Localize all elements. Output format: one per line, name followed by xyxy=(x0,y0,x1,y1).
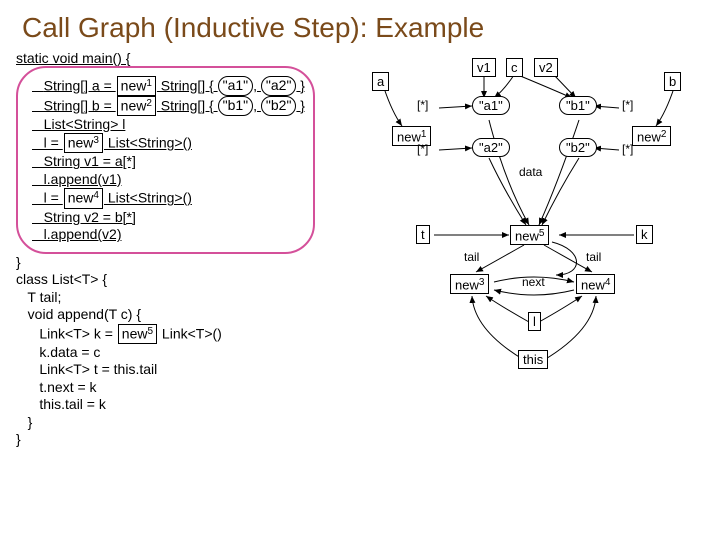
label-next: next xyxy=(522,275,545,289)
node-this: this xyxy=(518,350,548,369)
node-new5: new5 xyxy=(510,225,549,245)
node-a2: "a2" xyxy=(472,138,510,157)
label-star: [*] xyxy=(622,98,633,112)
label-tail: tail xyxy=(464,250,479,264)
node-t: t xyxy=(416,225,430,244)
label-tail: tail xyxy=(586,250,601,264)
node-k: k xyxy=(636,225,653,244)
node-b: b xyxy=(664,72,681,91)
label-data: data xyxy=(519,165,542,179)
node-b2: "b2" xyxy=(559,138,597,157)
node-a: a xyxy=(372,72,389,91)
node-l: l xyxy=(528,312,541,331)
highlighted-code: String[] a = new1 String[] { "a1", "a2" … xyxy=(16,66,315,254)
label-star: [*] xyxy=(417,142,428,156)
label-star: [*] xyxy=(417,98,428,112)
label-star: [*] xyxy=(622,142,633,156)
node-v1: v1 xyxy=(472,58,496,77)
node-v2: v2 xyxy=(534,58,558,77)
node-new2: new2 xyxy=(632,126,671,146)
code-block: static void main() { String[] a = new1 S… xyxy=(16,50,346,449)
node-c: c xyxy=(506,58,523,77)
call-graph: v1 c v2 a b [*] "a1" "b1" [*] new1 new2 … xyxy=(354,50,698,430)
node-new3: new3 xyxy=(450,274,489,294)
page-title: Call Graph (Inductive Step): Example xyxy=(22,12,704,44)
node-new4: new4 xyxy=(576,274,615,294)
node-a1: "a1" xyxy=(472,96,510,115)
node-b1: "b1" xyxy=(559,96,597,115)
